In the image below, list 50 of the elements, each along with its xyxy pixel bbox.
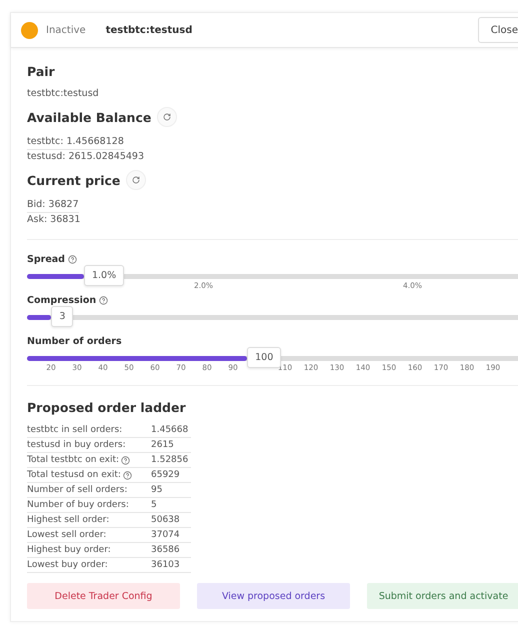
slider[interactable]: 3 (27, 306, 518, 328)
slider-thumb[interactable]: 100 (247, 347, 282, 368)
section-heading: Available Balance (27, 110, 152, 124)
section-heading: Proposed order ladder (27, 400, 186, 415)
help-icon[interactable] (121, 456, 130, 464)
pair-value: testbtc:testusd (27, 87, 99, 101)
row-label: Lowest buy order: (27, 559, 108, 572)
row-value: 95 (151, 483, 191, 498)
section-heading: Pair (27, 64, 55, 79)
row-value: 65929 (151, 468, 191, 483)
row-value: 50638 (151, 513, 191, 528)
row-label: Highest buy order: (27, 544, 111, 557)
slider-thumb[interactable]: 3 (51, 306, 74, 327)
refresh-icon (163, 113, 172, 121)
action-button[interactable]: Submit orders and activate (367, 583, 518, 609)
row-label: Lowest sell order: (27, 529, 106, 542)
slider-label: Number of orders (27, 336, 122, 347)
row-label: Number of sell orders: (27, 484, 128, 497)
balance-line: testbtc: 1.45668128 (27, 135, 124, 150)
refresh-button[interactable] (157, 107, 178, 127)
price-line: Ask: 36831 (27, 213, 80, 227)
help-icon[interactable] (122, 470, 132, 480)
slider-label: Spread (27, 254, 65, 265)
refresh-icon (132, 176, 140, 184)
help-icon[interactable] (68, 255, 77, 264)
row-label: testusd in buy orders: (27, 439, 126, 452)
row-value: 2615 (151, 438, 191, 453)
pair-title: testbtc:testusd (106, 24, 194, 36)
row-label: Total testusd on exit: (27, 469, 121, 482)
row-label: Highest sell order: (27, 514, 110, 527)
slider-thumb[interactable]: 1.0% (84, 265, 124, 286)
action-button[interactable]: View proposed orders (197, 583, 350, 609)
close-button[interactable]: Close (478, 17, 518, 43)
refresh-button[interactable] (126, 170, 146, 190)
section-heading: Current price (27, 172, 120, 188)
action-button[interactable]: Delete Trader Config (27, 583, 180, 609)
balance-line: testusd: 2615.02845493 (27, 150, 144, 164)
row-value: 1.45668 (151, 423, 191, 438)
help-icon[interactable] (99, 296, 108, 305)
status-label: Inactive (46, 24, 86, 36)
row-label: testbtc in sell orders: (27, 424, 122, 437)
price-line: Bid: 36827 (27, 198, 79, 213)
slider-label: Compression (27, 295, 96, 306)
row-label: Number of buy orders: (27, 499, 129, 512)
row-value: 1.52856 (151, 453, 191, 468)
row-value: 5 (151, 498, 191, 513)
row-value: 36103 (151, 558, 191, 573)
row-label: Total testbtc on exit: (27, 454, 120, 467)
row-value: 36586 (151, 543, 191, 558)
row-value: 37074 (151, 528, 191, 543)
